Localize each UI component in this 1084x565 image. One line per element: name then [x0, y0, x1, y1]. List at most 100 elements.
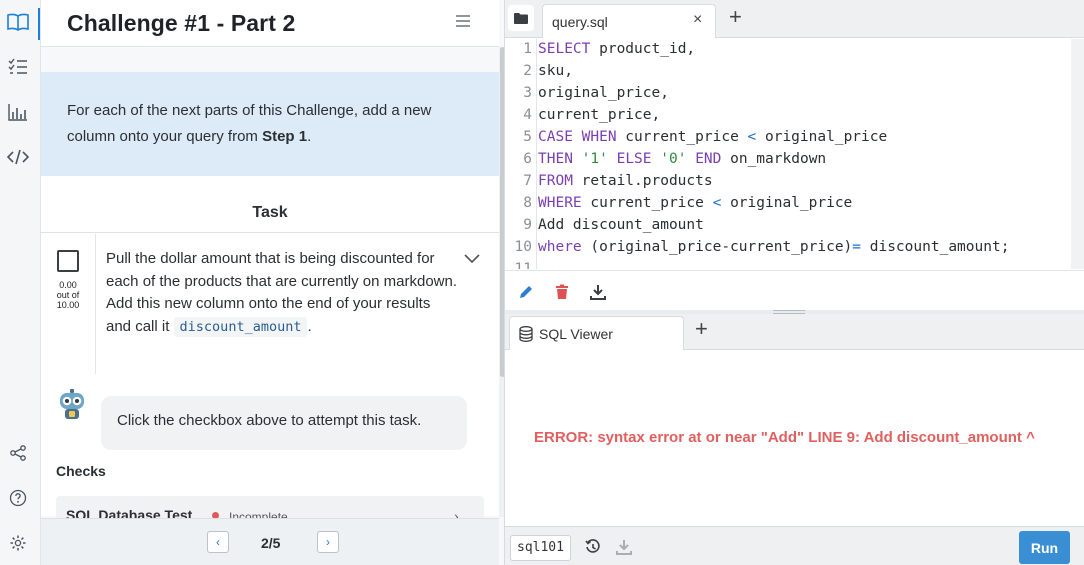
left-rail [0, 0, 41, 565]
task-suffix: . [307, 317, 312, 335]
code-line: 3 original_price, [505, 85, 1071, 107]
code-icon[interactable] [6, 145, 30, 169]
code-editor[interactable]: 1 SELECT product_id, 2 sku, 3 original_pric… [505, 39, 1071, 269]
line-number: 11 [514, 261, 532, 269]
keyword: SELECT [538, 41, 591, 57]
code-line: 10 where (original_price-current_price)= … [505, 239, 1071, 261]
instruction-suffix: . [307, 128, 312, 145]
error-message: ERROR: syntax error at or near "Add" LIN… [534, 429, 1035, 446]
tab-sql-viewer[interactable]: SQL Viewer [509, 316, 684, 350]
list-icon[interactable] [6, 55, 30, 79]
instruction-box: For each of the next parts of this Chall… [41, 72, 499, 176]
task-code: discount_amount [173, 316, 308, 337]
bot-message-bubble: Click the checkbox above to attempt this… [101, 396, 467, 450]
close-icon[interactable]: × [693, 11, 702, 29]
database-selector[interactable]: sql101 [510, 535, 571, 561]
line-number: 6 [523, 151, 532, 167]
line-number: 2 [523, 63, 532, 79]
code-line: 8 WHERE current_price < original_price [505, 195, 1071, 217]
score-max: 10.00 [56, 300, 80, 310]
add-tab-button[interactable]: + [729, 4, 742, 30]
editor-toolbar [505, 270, 1084, 310]
share-icon[interactable] [6, 441, 30, 465]
active-indicator [38, 8, 40, 40]
code-line: 2 sku, [505, 63, 1071, 85]
history-icon[interactable] [584, 538, 602, 556]
line-number: 9 [523, 217, 532, 233]
help-icon[interactable] [6, 486, 30, 510]
code-text: (original_price-current_price) [581, 239, 853, 255]
code-line: 11 [505, 261, 1071, 269]
keyword: ELSE [616, 151, 652, 167]
code-text: current_price [581, 195, 713, 211]
keyword: END [695, 151, 722, 167]
instruction-step-link: Step 1 [262, 128, 308, 145]
score-value: 0.00 [59, 280, 77, 290]
checks-heading: Checks [56, 463, 106, 479]
add-tab-button[interactable]: + [695, 316, 708, 342]
folder-icon[interactable] [508, 5, 534, 31]
code-text: discount_amount; [861, 239, 1010, 255]
code-text: current_price [616, 129, 748, 145]
line-number: 8 [523, 195, 532, 211]
bot-message: Click the checkbox above to attempt this… [117, 412, 422, 429]
task-score: 0.00 out of 10.00 [51, 280, 85, 310]
code-line: 9 Add discount_amount [505, 217, 1071, 239]
tab-label: query.sql [552, 14, 608, 30]
code-text: on_markdown [721, 151, 827, 167]
editor-tab-bar: query.sql × + [505, 0, 1084, 38]
lesson-panel: Challenge #1 - Part 2 For each of the ne… [41, 0, 505, 565]
book-icon[interactable] [6, 10, 30, 34]
code-text: original_price [756, 129, 888, 145]
code-text: Add discount_amount [538, 217, 704, 233]
task-section: Task 0.00 out of 10.00 Pull the dollar a… [41, 176, 499, 526]
tab-query-sql[interactable]: query.sql × [542, 4, 716, 38]
hamburger-menu-icon[interactable] [455, 14, 471, 32]
task-checkbox[interactable] [57, 250, 79, 272]
keyword: where [538, 239, 582, 255]
trash-icon[interactable] [553, 283, 571, 301]
code-line: 7 FROM retail.products [505, 173, 1071, 195]
download-icon[interactable] [589, 283, 607, 301]
prev-page-button[interactable]: ‹ [207, 531, 229, 553]
code-line: 5 CASE WHEN current_price < original_pric… [505, 129, 1071, 151]
results-tab-bar: SQL Viewer + [505, 314, 1084, 350]
page-indicator: 2/5 [261, 535, 281, 551]
instruction-prefix: For each of the next parts of this Chall… [67, 102, 432, 145]
keyword: WHEN [581, 129, 617, 145]
editor-scrollbar[interactable] [1071, 39, 1084, 269]
download-icon[interactable] [615, 538, 633, 556]
tab-label: SQL Viewer [539, 326, 613, 342]
line-number: 7 [523, 173, 532, 189]
chevron-down-icon[interactable] [463, 252, 481, 264]
code-text: sku, [538, 63, 573, 79]
task-description: Pull the dollar amount that is being dis… [106, 248, 458, 338]
keyword: THEN [538, 151, 573, 167]
line-number: 10 [514, 239, 532, 255]
settings-icon[interactable] [6, 531, 30, 555]
database-icon [519, 326, 533, 342]
chart-icon[interactable] [6, 100, 30, 124]
divider [41, 232, 499, 233]
keyword: WHERE [538, 195, 582, 211]
code-text: product_id, [590, 41, 696, 57]
code-line: 4 current_price, [505, 107, 1071, 129]
instruction-text: For each of the next parts of this Chall… [67, 98, 482, 150]
bottom-toolbar: sql101 Run [505, 526, 1084, 565]
code-text: original_price [721, 195, 853, 211]
line-number: 5 [523, 129, 532, 145]
code-line: 6 THEN '1' ELSE '0' END on_markdown [505, 151, 1071, 173]
pencil-icon[interactable] [517, 283, 535, 301]
next-page-button[interactable]: › [317, 531, 339, 553]
run-button[interactable]: Run [1019, 531, 1070, 564]
code-line: 1 SELECT product_id, [505, 41, 1071, 63]
keyword: CASE [538, 129, 573, 145]
lesson-footer: ‹ 2/5 › [41, 518, 499, 565]
divider [95, 234, 96, 374]
operator: = [852, 239, 862, 255]
line-number: 4 [523, 107, 532, 123]
robot-avatar-icon [55, 388, 89, 422]
code-text: original_price, [538, 85, 669, 101]
string-literal: '1' [581, 151, 608, 167]
results-panel: ERROR: syntax error at or near "Add" LIN… [505, 351, 1084, 526]
